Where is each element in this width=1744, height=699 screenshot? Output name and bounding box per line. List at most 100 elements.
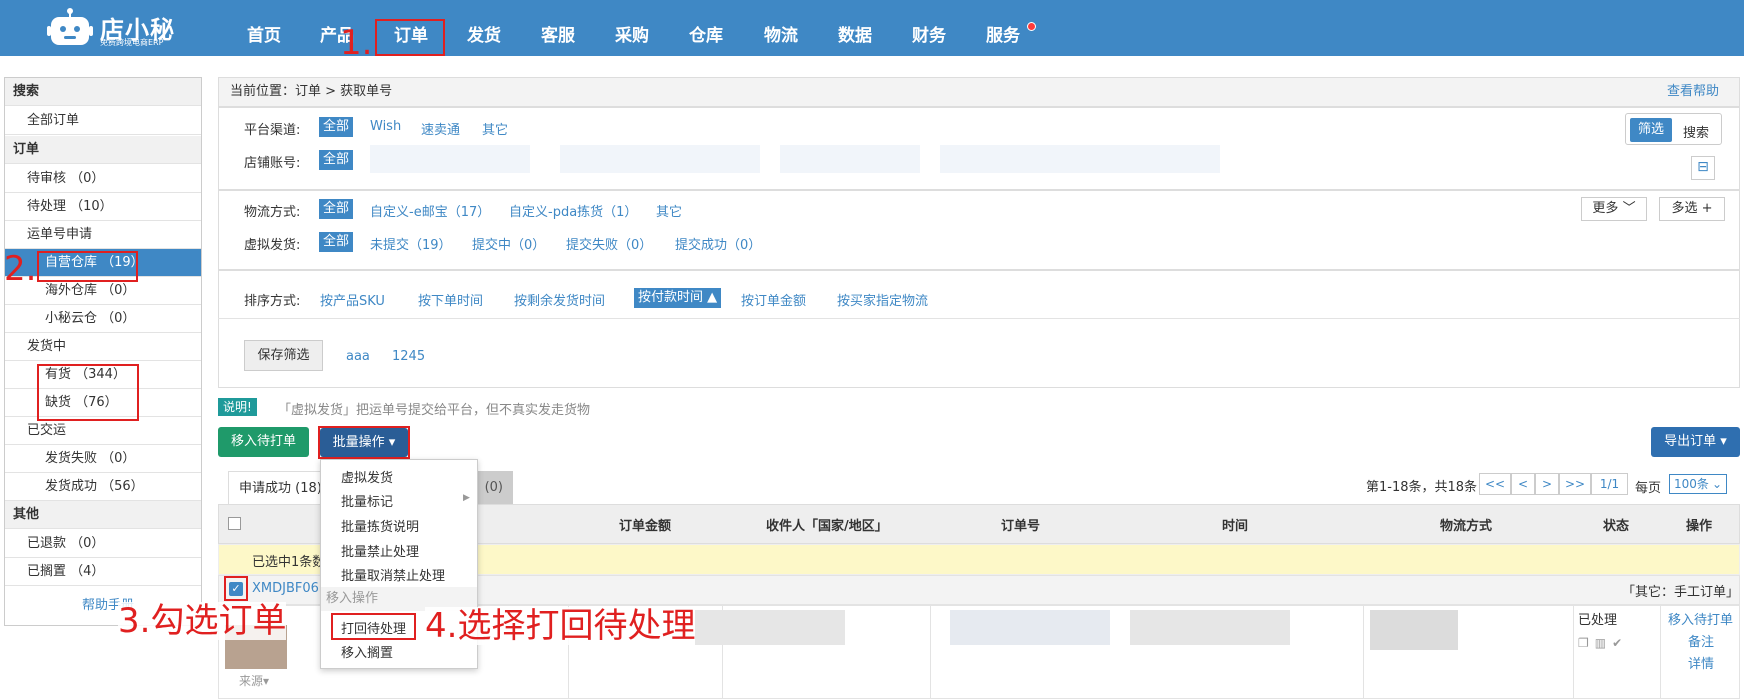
sidebar-item-to-process[interactable]: 待处理 （10） — [5, 193, 201, 221]
sidebar-item-pending-review[interactable]: 待审核 （0） — [5, 165, 201, 193]
saved-filter-1245[interactable]: 1245 — [392, 349, 425, 364]
platform-option-wish[interactable]: Wish — [370, 119, 401, 134]
select-all-checkbox[interactable] — [228, 517, 241, 530]
sidebar-item-ship-failed[interactable]: 发货失败 （0） — [5, 445, 201, 473]
highlight-box-checkbox — [224, 576, 248, 601]
chevron-down-icon: ﹀ — [1622, 201, 1636, 216]
check-icon[interactable]: ✔ — [1612, 636, 1628, 650]
copy-icon[interactable]: ❐ — [1578, 636, 1595, 650]
sidebar-item-shipping[interactable]: 发货中 — [5, 333, 201, 361]
tab-success[interactable]: 申请成功 (18) — [228, 471, 325, 504]
nav-service[interactable]: 客服 — [541, 0, 575, 56]
save-filter-button[interactable]: 保存筛选 — [244, 340, 323, 371]
nav-logistics[interactable]: 物流 — [764, 0, 798, 56]
sort-option-buyer-logistics[interactable]: 按买家指定物流 — [837, 290, 928, 309]
status-text: 已处理 — [1578, 613, 1618, 628]
nav-shipping[interactable]: 发货 — [467, 0, 501, 56]
action-note[interactable]: 备注 — [1688, 631, 1714, 650]
page-last-button[interactable]: >> — [1559, 473, 1591, 495]
virtual-option-success[interactable]: 提交成功（0） — [675, 234, 761, 253]
col-divider — [1660, 605, 1661, 699]
logistics-label: 物流方式: — [244, 205, 301, 220]
help-link[interactable]: 查看帮助 — [1667, 78, 1719, 106]
action-details[interactable]: 详情 — [1688, 653, 1714, 672]
sort-option-sku[interactable]: 按产品SKU — [320, 290, 385, 309]
source-label: 来源 — [239, 674, 264, 688]
nav-services[interactable]: 服务 — [986, 0, 1020, 56]
sort-option-amount[interactable]: 按订单金额 — [741, 290, 806, 309]
highlight-box-stock — [37, 364, 139, 421]
more-dropdown[interactable]: 更多 ﹀ — [1581, 197, 1647, 221]
platform-option-aliexpress[interactable]: 速卖通 — [421, 119, 460, 138]
platform-all-tag[interactable]: 全部 — [319, 117, 354, 137]
col-time: 时间 — [1222, 519, 1249, 534]
logistics-option-pda[interactable]: 自定义-pda拣货（1） — [509, 201, 637, 220]
virtual-option-failed[interactable]: 提交失败（0） — [566, 234, 652, 253]
sidebar-head-order: 订单 — [5, 136, 201, 164]
virtual-ship-label: 虚拟发货: — [244, 238, 301, 253]
store-label: 店铺账号: — [244, 156, 301, 171]
platform-option-other[interactable]: 其它 — [482, 119, 508, 138]
breadcrumb: 当前位置：订单 > 获取单号 查看帮助 — [218, 77, 1740, 107]
col-status: 状态 — [1603, 519, 1630, 534]
per-page-select[interactable]: 100条 ⌄ — [1669, 474, 1727, 494]
nav-warehouse[interactable]: 仓库 — [689, 0, 723, 56]
nav-data[interactable]: 数据 — [838, 0, 872, 56]
collapse-icon[interactable]: ⊟ — [1691, 156, 1715, 180]
page-first-button[interactable]: << — [1479, 473, 1511, 495]
export-orders-button[interactable]: 导出订单 ▾ — [1651, 427, 1740, 457]
pagination-summary: 第1-18条，共18条 — [1366, 480, 1478, 495]
divider — [218, 318, 1740, 319]
col-recipient: 收件人「国家/地区」 — [766, 519, 888, 534]
notice-text: 「虚拟发货」把运单号提交给平台，但不真实发走货物 — [278, 403, 591, 418]
col-divider — [930, 605, 931, 699]
filter-toggle-button[interactable]: 筛选 — [1630, 118, 1673, 142]
menu-item-shelve[interactable]: 移入搁置 — [341, 642, 393, 661]
store-all-tag[interactable]: 全部 — [319, 150, 354, 170]
virtual-option-not-submitted[interactable]: 未提交（19） — [370, 234, 452, 253]
saved-filter-aaa[interactable]: aaa — [346, 349, 370, 364]
action-move-to-print[interactable]: 移入待打单 — [1668, 609, 1733, 628]
sort-option-order-time[interactable]: 按下单时间 — [418, 290, 483, 309]
page-next-button[interactable]: > — [1535, 473, 1559, 495]
virtual-option-submitting[interactable]: 提交中（0） — [472, 234, 545, 253]
sidebar-item-all-orders[interactable]: 全部订单 — [5, 107, 201, 135]
menu-item-forbid[interactable]: 批量禁止处理 — [341, 541, 419, 560]
store-blurred-3 — [780, 145, 920, 173]
nav-finance[interactable]: 财务 — [912, 0, 946, 56]
sidebar-head-search: 搜索 — [5, 78, 201, 106]
virtual-all-tag[interactable]: 全部 — [319, 232, 354, 252]
order-number-link[interactable]: XMDJBF06 — [252, 581, 319, 596]
menu-item-batch-mark[interactable]: 批量标记 — [341, 491, 393, 510]
multi-select-button[interactable]: 多选 + — [1659, 197, 1725, 221]
sidebar-item-delivered[interactable]: 已交运 — [5, 417, 201, 445]
per-page-value: 100条 — [1674, 477, 1709, 491]
logistics-option-other[interactable]: 其它 — [656, 201, 682, 220]
nav-purchase[interactable]: 采购 — [615, 0, 649, 56]
sidebar-item-waybill-apply[interactable]: 运单号申请 — [5, 221, 201, 249]
highlight-box-return-pending — [331, 613, 416, 640]
menu-item-virtual-ship[interactable]: 虚拟发货 — [341, 467, 393, 486]
search-toggle-button[interactable]: 搜索 — [1683, 122, 1709, 141]
page-prev-button[interactable]: < — [1511, 473, 1535, 495]
barcode-icon[interactable]: ▥ — [1595, 636, 1612, 650]
sidebar-item-cloud-warehouse[interactable]: 小秘云仓 （0） — [5, 305, 201, 333]
menu-item-unforbid[interactable]: 批量取消禁止处理 — [341, 565, 445, 584]
highlight-box-batch — [318, 426, 410, 459]
sidebar: 搜索 全部订单 订单 待审核 （0） 待处理 （10） 运单号申请 自营仓库 （… — [4, 77, 202, 626]
sidebar-item-ship-success[interactable]: 发货成功 （56） — [5, 473, 201, 501]
blurred-info-2 — [950, 610, 1110, 645]
nav-home[interactable]: 首页 — [247, 0, 281, 56]
annotation-step4: 4.选择打回待处理 — [425, 606, 696, 646]
logistics-option-eyoubao[interactable]: 自定义-e邮宝（17） — [370, 201, 490, 220]
menu-item-picking-note[interactable]: 批量拣货说明 — [341, 516, 419, 535]
move-to-print-button[interactable]: 移入待打单 — [218, 427, 309, 457]
sort-option-pay-time[interactable]: 按付款时间 ▲ — [634, 288, 722, 308]
sidebar-item-shelved[interactable]: 已搁置 （4） — [5, 558, 201, 586]
status-icons: ❐▥✔ — [1578, 636, 1628, 650]
sidebar-item-refunded[interactable]: 已退款 （0） — [5, 530, 201, 558]
sort-option-remaining-time[interactable]: 按剩余发货时间 — [514, 290, 605, 309]
logistics-all-tag[interactable]: 全部 — [319, 199, 354, 219]
notification-dot — [1027, 22, 1036, 31]
source-dropdown[interactable]: 来源▾ — [239, 672, 269, 689]
